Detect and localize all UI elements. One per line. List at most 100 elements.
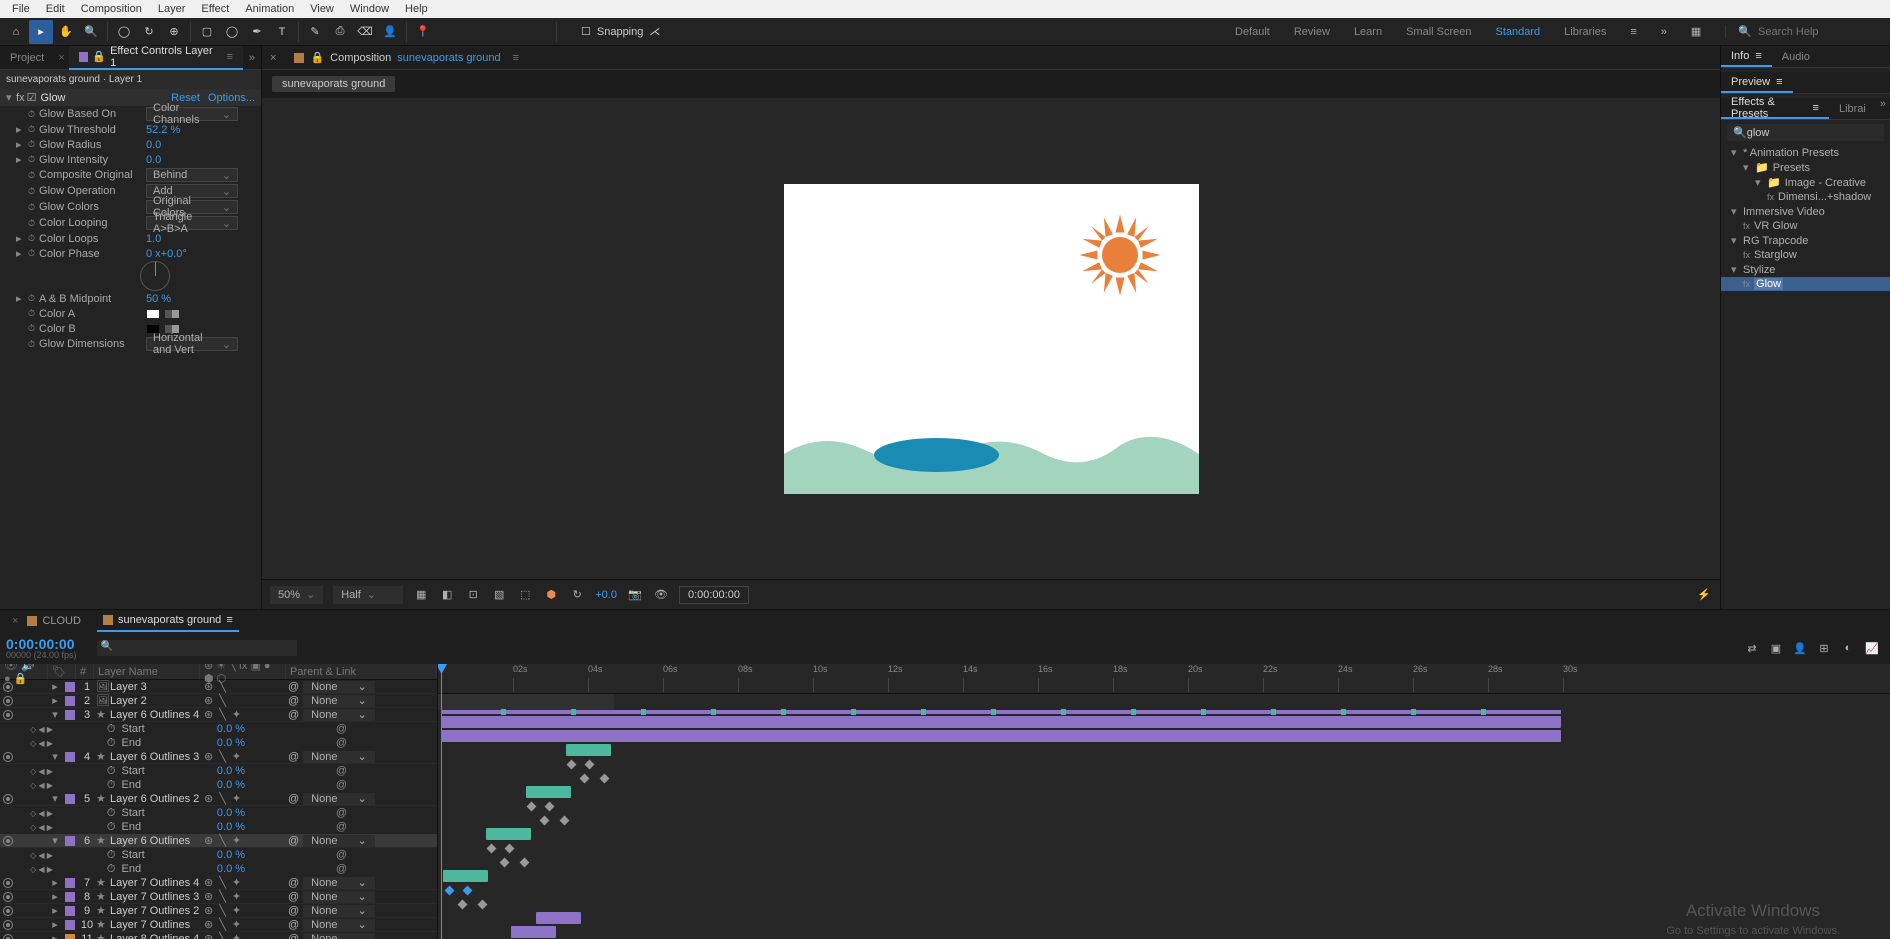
label-color[interactable] <box>65 906 75 916</box>
pickwhip-icon[interactable]: @ <box>336 765 347 777</box>
transparency-icon[interactable]: ▧ <box>491 587 507 603</box>
pickwhip-icon[interactable]: @ <box>288 709 299 721</box>
anchor-tool[interactable]: ⊕ <box>162 20 186 44</box>
layer-row[interactable]: ▸ 2 🖼 Layer 2 ⊛╲ @None⌄ <box>0 694 437 708</box>
visibility-toggle[interactable] <box>3 934 13 939</box>
keyframe[interactable] <box>520 858 530 868</box>
menu-view[interactable]: View <box>302 3 342 15</box>
stopwatch-icon[interactable]: ⏱ <box>28 323 35 334</box>
pickwhip-icon[interactable]: @ <box>288 905 299 917</box>
keyframe-navigator[interactable]: ◇ ◀ ▶ <box>30 725 53 734</box>
visibility-toggle[interactable] <box>3 892 13 902</box>
value-scrubber[interactable]: 0.0 % <box>217 821 245 833</box>
snapshot-icon[interactable]: 📷 <box>627 587 643 603</box>
property-row[interactable]: ◇ ◀ ▶ ⏱End 0.0 % @ <box>0 778 437 792</box>
value-scrubber[interactable]: 0.0 % <box>217 765 245 777</box>
shy-icon[interactable]: 👤 <box>1792 640 1808 656</box>
twirl-icon[interactable]: ▾ <box>1755 176 1763 189</box>
tree-item[interactable]: fxVR Glow <box>1721 219 1890 233</box>
pickwhip-icon[interactable]: @ <box>336 849 347 861</box>
value-scrubber[interactable]: 0.0 % <box>217 807 245 819</box>
twirl-icon[interactable]: ▸ <box>48 694 62 707</box>
stopwatch-icon[interactable]: ⏱ <box>107 779 116 792</box>
playhead[interactable] <box>441 664 442 939</box>
keyframe-navigator[interactable]: ◇ ◀ ▶ <box>30 851 53 860</box>
twirl-icon[interactable]: ▾ <box>1731 146 1739 159</box>
pickwhip-icon[interactable]: @ <box>336 723 347 735</box>
tree-item[interactable]: ▾* Animation Presets <box>1721 145 1890 160</box>
timeline-tab[interactable]: ×CLOUD <box>6 610 87 632</box>
twirl-icon[interactable]: ▸ <box>48 932 62 939</box>
workspace-default[interactable]: Default <box>1235 26 1270 38</box>
timeline-track-area[interactable]: 02s04s06s08s10s12s14s16s18s20s22s24s26s2… <box>438 664 1890 939</box>
draft3d-icon[interactable]: ▣ <box>1768 640 1784 656</box>
layer-row[interactable]: ▸ 8 ★ Layer 7 Outlines 3 ⊛╲✦ @None⌄ <box>0 890 437 904</box>
pickwhip-icon[interactable]: @ <box>288 793 299 805</box>
menu-help[interactable]: Help <box>397 3 436 15</box>
pickwhip-icon[interactable]: @ <box>288 877 299 889</box>
parent-dropdown[interactable]: None⌄ <box>303 933 375 939</box>
twirl-icon[interactable]: ▾ <box>1743 161 1751 174</box>
info-tab[interactable]: Info≡ <box>1721 46 1772 67</box>
snapping-toggle[interactable]: ☐ Snapping ⋌ <box>581 25 660 38</box>
channel-icon[interactable]: ⬢ <box>543 587 559 603</box>
flowchart-chip[interactable]: sunevaporats ground <box>272 76 395 92</box>
pickwhip-icon[interactable]: @ <box>336 779 347 791</box>
label-color[interactable] <box>65 710 75 720</box>
value-scrubber[interactable]: 0.0 <box>146 154 161 166</box>
property-row[interactable]: ◇ ◀ ▶ ⏱End 0.0 % @ <box>0 820 437 834</box>
visibility-toggle[interactable] <box>3 878 13 888</box>
dropdown[interactable]: Color Channels⌄ <box>146 107 238 121</box>
keyframe[interactable] <box>600 774 610 784</box>
selection-tool[interactable]: ▸ <box>29 20 53 44</box>
pickwhip-icon[interactable]: @ <box>288 933 299 939</box>
timeline-search[interactable] <box>97 640 297 656</box>
parent-dropdown[interactable]: None⌄ <box>303 681 375 693</box>
keyframe[interactable] <box>560 816 570 826</box>
twirl-icon[interactable]: ▾ <box>48 834 62 847</box>
timeline-search-input[interactable] <box>97 640 297 656</box>
home-tool[interactable]: ⌂ <box>4 20 28 44</box>
keyframe-navigator[interactable]: ◇ ◀ ▶ <box>30 781 53 790</box>
menu-edit[interactable]: Edit <box>38 3 73 15</box>
stopwatch-icon[interactable]: ⏱ <box>28 218 35 229</box>
layer-row[interactable]: ▸ 7 ★ Layer 7 Outlines 4 ⊛╲✦ @None⌄ <box>0 876 437 890</box>
snap-options-icon[interactable]: ⋌ <box>649 25 660 38</box>
pickwhip-icon[interactable]: @ <box>336 807 347 819</box>
stopwatch-icon[interactable]: ⏱ <box>28 124 35 135</box>
show-snapshot-icon[interactable]: 👁 <box>653 587 669 603</box>
tree-item[interactable]: ▾Immersive Video <box>1721 204 1890 219</box>
parent-dropdown[interactable]: None⌄ <box>303 877 375 889</box>
stopwatch-icon[interactable]: ⏱ <box>107 849 116 862</box>
twirl-icon[interactable]: ▸ <box>48 876 62 889</box>
stopwatch-icon[interactable]: ⏱ <box>28 293 35 304</box>
workspace-review[interactable]: Review <box>1294 26 1330 38</box>
composition-tab[interactable]: 🔒 Composition sunevaporats ground ≡ <box>286 46 527 70</box>
keyframe-navigator[interactable]: ◇ ◀ ▶ <box>30 865 53 874</box>
menu-file[interactable]: File <box>4 3 38 15</box>
effects-search[interactable]: 🔍 × <box>1727 124 1884 141</box>
stopwatch-icon[interactable]: ⏱ <box>28 170 35 181</box>
brush-tool[interactable]: ✎ <box>303 20 327 44</box>
twirl-icon[interactable]: ▾ <box>1731 263 1739 276</box>
twirl-icon[interactable]: ▸ <box>16 292 24 305</box>
twirl-icon[interactable]: ▸ <box>48 918 62 931</box>
property-row[interactable]: ◇ ◀ ▶ ⏱End 0.0 % @ <box>0 862 437 876</box>
help-search[interactable]: 🔍 <box>1725 25 1878 38</box>
workspace-small-screen[interactable]: Small Screen <box>1406 26 1471 38</box>
parent-dropdown[interactable]: None⌄ <box>303 793 375 805</box>
ellipse-tool[interactable]: ◯ <box>220 20 244 44</box>
resolution-selector[interactable]: Half⌄ <box>333 586 403 604</box>
eyedropper-icon[interactable] <box>164 309 180 319</box>
pickwhip-icon[interactable]: @ <box>288 681 299 693</box>
audio-tab[interactable]: Audio <box>1772 46 1820 67</box>
pen-tool[interactable]: ✒ <box>245 20 269 44</box>
pickwhip-icon[interactable]: @ <box>336 863 347 875</box>
parent-dropdown[interactable]: None⌄ <box>303 751 375 763</box>
stopwatch-icon[interactable]: ⏱ <box>28 154 35 165</box>
twirl-icon[interactable]: ▸ <box>16 232 24 245</box>
angle-dial[interactable] <box>140 261 170 291</box>
layer-bar[interactable] <box>566 744 611 756</box>
zoom-tool[interactable]: 🔍 <box>79 20 103 44</box>
label-color[interactable] <box>65 696 75 706</box>
